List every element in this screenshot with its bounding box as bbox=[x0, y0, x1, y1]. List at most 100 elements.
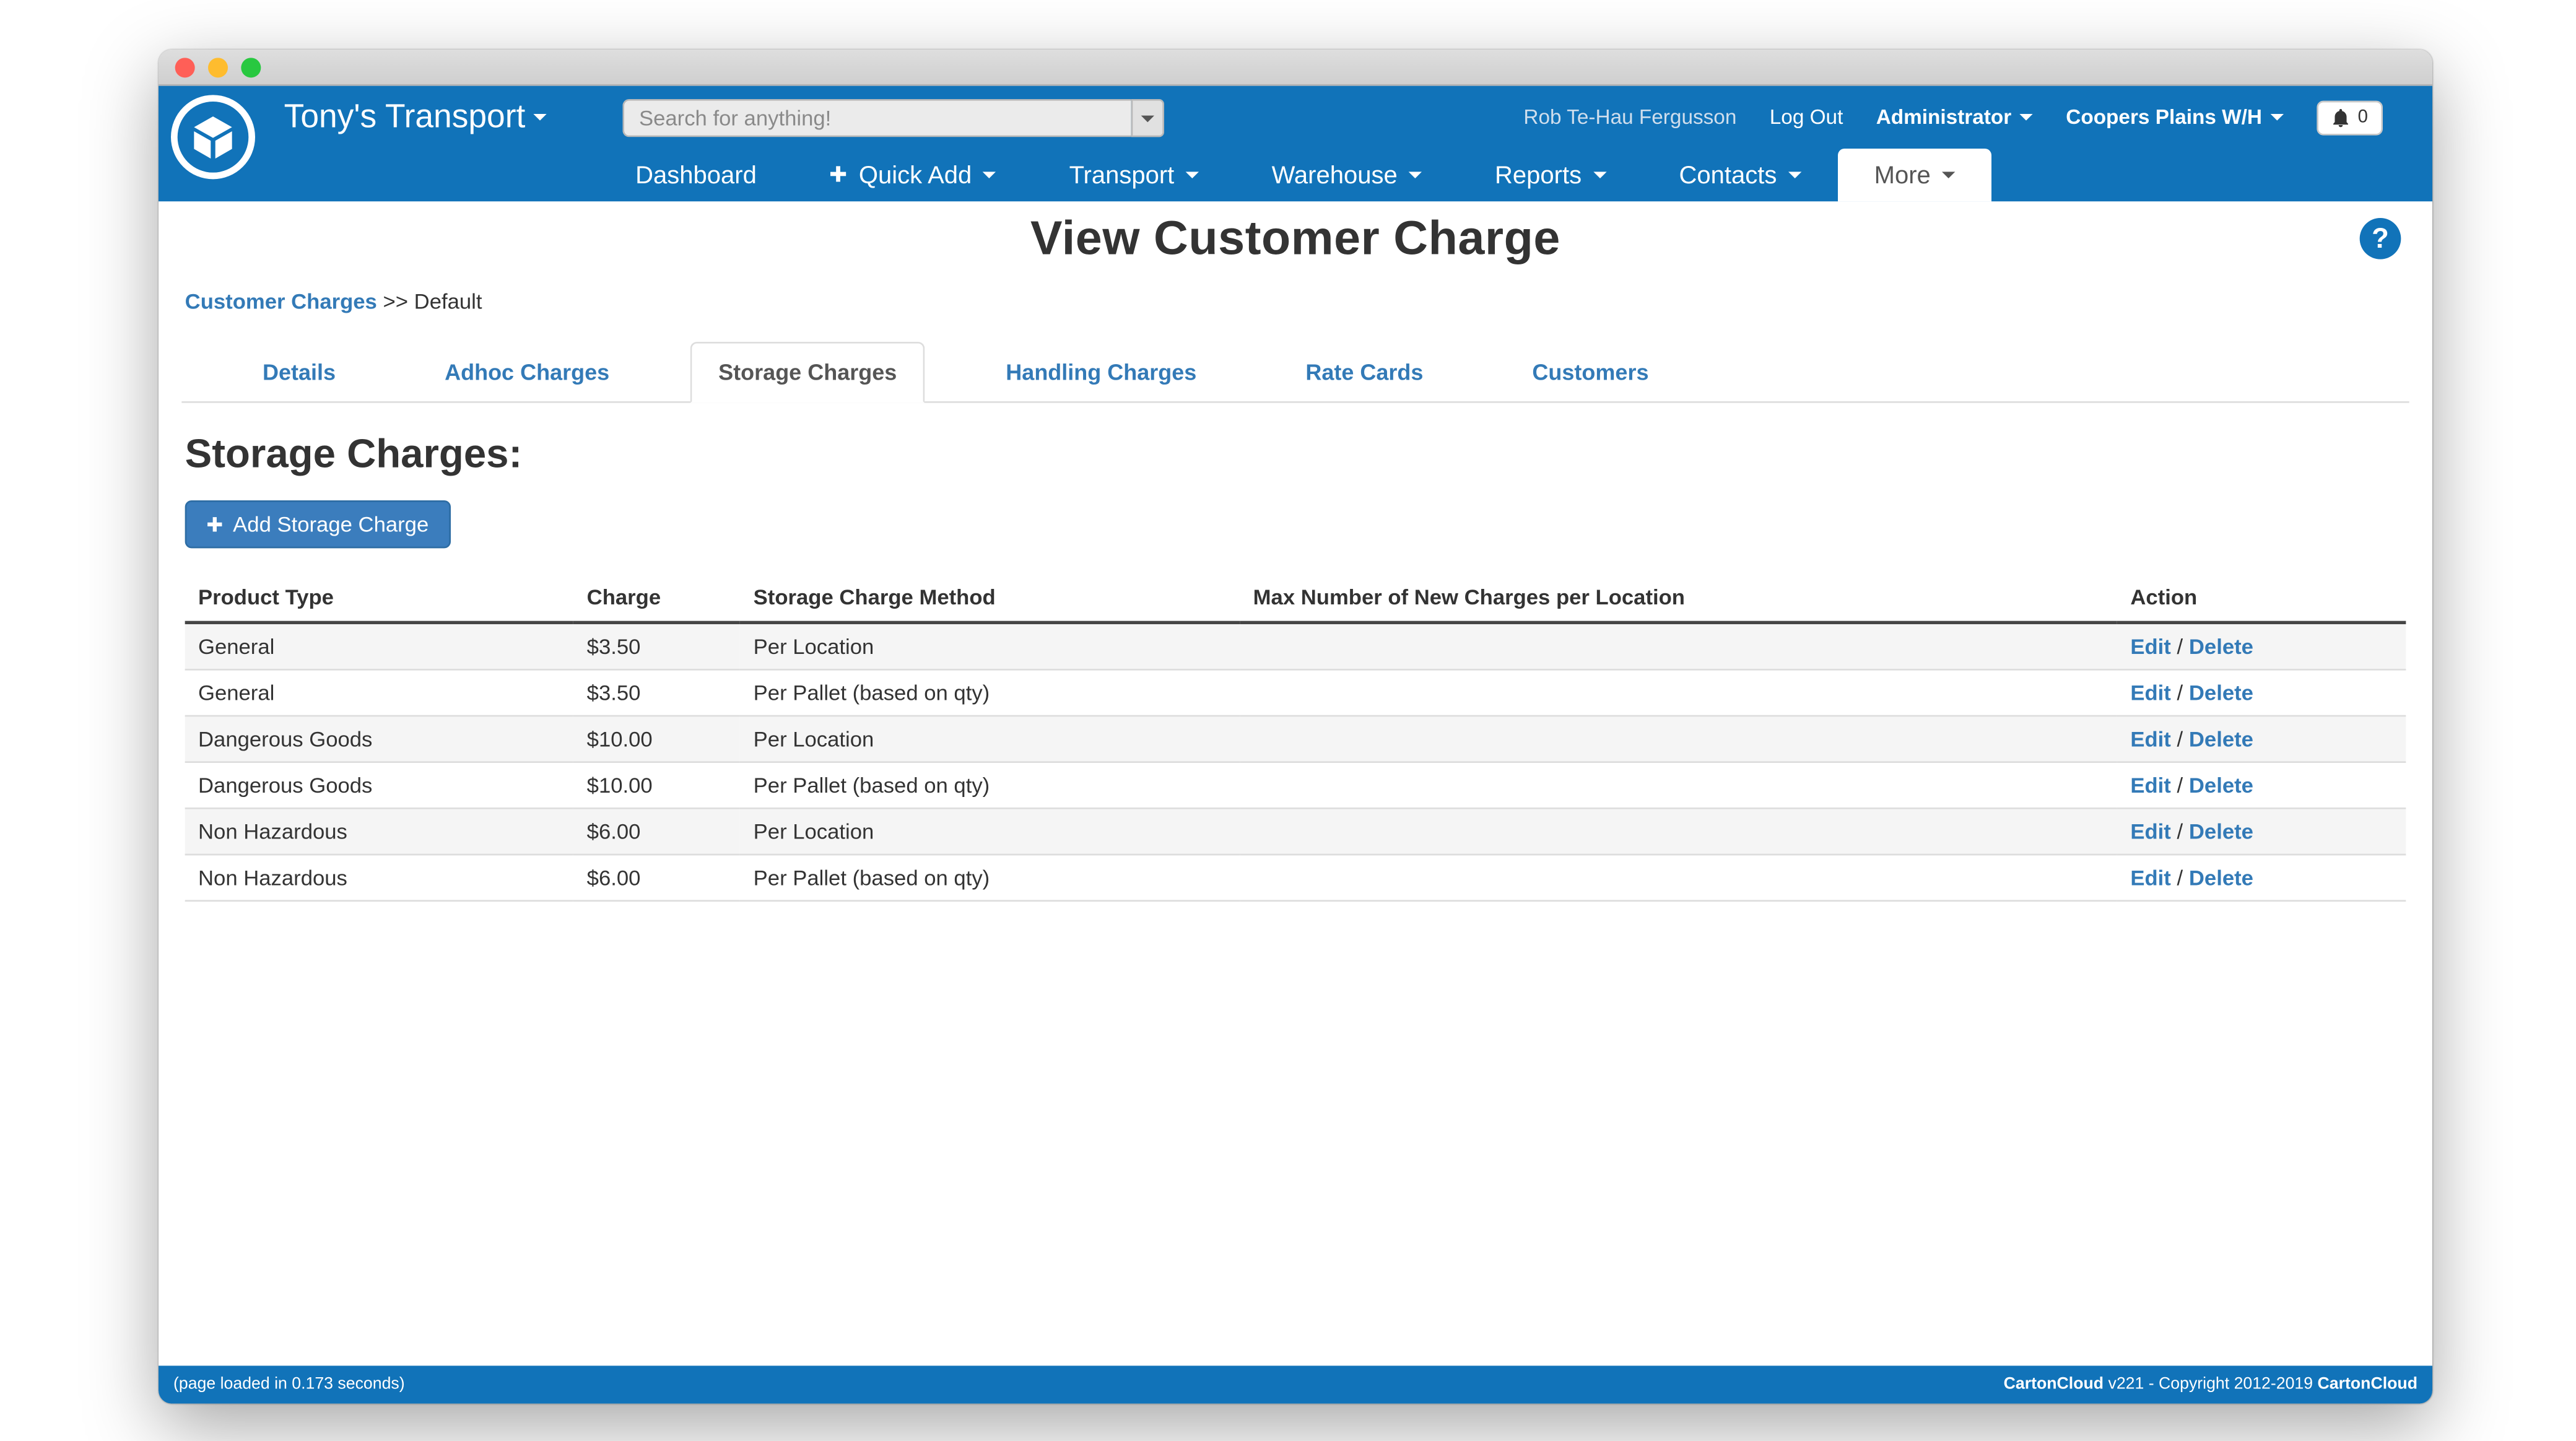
notification-count: 0 bbox=[2358, 107, 2368, 127]
plus-icon: ✚ bbox=[206, 513, 223, 536]
page-title-row: View Customer Charge ? bbox=[181, 201, 2409, 268]
role-label: Administrator bbox=[1876, 106, 2012, 129]
column-header-max-number-of-new-charges-per-location: Max Number of New Charges per Location bbox=[1240, 575, 2117, 622]
tab-storage-charges[interactable]: Storage Charges bbox=[690, 342, 925, 403]
action-separator: / bbox=[2177, 634, 2183, 659]
table-row: Dangerous Goods$10.00Per Pallet (based o… bbox=[185, 762, 2406, 809]
navbar-top-row: Tony's Transport Rob Te-Hau Fergusson Lo… bbox=[159, 86, 2432, 149]
breadcrumb-separator: >> bbox=[383, 289, 409, 314]
breadcrumb: Customer Charges >> Default bbox=[185, 289, 2409, 314]
nav-item-label: Dashboard bbox=[635, 161, 757, 189]
nav-item-quick-add[interactable]: ✚Quick Add bbox=[793, 149, 1033, 201]
close-window-button[interactable] bbox=[175, 57, 195, 77]
edit-link[interactable]: Edit bbox=[2130, 681, 2171, 705]
cell-action: Edit / Delete bbox=[2117, 716, 2406, 762]
edit-link[interactable]: Edit bbox=[2130, 634, 2171, 659]
chevron-down-icon bbox=[534, 114, 547, 121]
delete-link[interactable]: Delete bbox=[2189, 865, 2253, 890]
cell-charge: $10.00 bbox=[573, 716, 740, 762]
edit-link[interactable]: Edit bbox=[2130, 726, 2171, 751]
cell-max-new-charges bbox=[1240, 762, 2117, 809]
action-separator: / bbox=[2177, 819, 2183, 844]
edit-link[interactable]: Edit bbox=[2130, 773, 2171, 798]
tab-rate-cards[interactable]: Rate Cards bbox=[1277, 342, 1451, 403]
column-header-product-type: Product Type bbox=[185, 575, 574, 622]
warehouse-menu[interactable]: Coopers Plains W/H bbox=[2066, 106, 2283, 129]
column-header-charge: Charge bbox=[573, 575, 740, 622]
page-content: View Customer Charge ? Customer Charges … bbox=[159, 201, 2432, 1365]
footer-brand-2: CartonCloud bbox=[2318, 1375, 2417, 1393]
edit-link[interactable]: Edit bbox=[2130, 865, 2171, 890]
zoom-window-button[interactable] bbox=[241, 57, 261, 77]
desktop-background: Tony's Transport Rob Te-Hau Fergusson Lo… bbox=[0, 0, 2576, 1441]
help-icon[interactable]: ? bbox=[2360, 218, 2401, 259]
chevron-down-icon bbox=[2020, 114, 2033, 121]
cell-product-type: Dangerous Goods bbox=[185, 716, 574, 762]
action-separator: / bbox=[2177, 681, 2183, 705]
delete-link[interactable]: Delete bbox=[2189, 819, 2253, 844]
user-name: Rob Te-Hau Fergusson bbox=[1523, 106, 1736, 129]
nav-item-label: Reports bbox=[1495, 161, 1582, 189]
footer-bar: (page loaded in 0.173 seconds) CartonClo… bbox=[159, 1365, 2432, 1403]
page-load-time: (page loaded in 0.173 seconds) bbox=[173, 1375, 405, 1393]
nav-item-label: Contacts bbox=[1679, 161, 1777, 189]
nav-item-more[interactable]: More bbox=[1838, 149, 1992, 201]
column-header-storage-charge-method: Storage Charge Method bbox=[740, 575, 1240, 622]
nav-item-contacts[interactable]: Contacts bbox=[1643, 149, 1838, 201]
tenant-menu[interactable]: Tony's Transport bbox=[284, 98, 547, 136]
footer-meta: v221 - Copyright 2012-2019 bbox=[2108, 1375, 2313, 1393]
nav-item-dashboard[interactable]: Dashboard bbox=[599, 149, 793, 201]
nav-item-warehouse[interactable]: Warehouse bbox=[1235, 149, 1458, 201]
chevron-down-icon bbox=[1788, 172, 1801, 178]
cell-method: Per Location bbox=[740, 622, 1240, 669]
top-navbar: Tony's Transport Rob Te-Hau Fergusson Lo… bbox=[159, 86, 2432, 202]
tab-customers[interactable]: Customers bbox=[1504, 342, 1677, 403]
charge-tabs: Details Adhoc Charges Storage Charges Handl… bbox=[181, 342, 2409, 403]
nav-item-label: Warehouse bbox=[1272, 161, 1398, 189]
chevron-down-icon bbox=[1409, 172, 1422, 178]
cell-method: Per Location bbox=[740, 716, 1240, 762]
cell-product-type: Non Hazardous bbox=[185, 855, 574, 901]
nav-item-reports[interactable]: Reports bbox=[1458, 149, 1642, 201]
edit-link[interactable]: Edit bbox=[2130, 819, 2171, 844]
tab-handling-charges[interactable]: Handling Charges bbox=[978, 342, 1225, 403]
nav-item-label: More bbox=[1874, 161, 1931, 189]
table-row: General$3.50Per LocationEdit / Delete bbox=[185, 622, 2406, 669]
tab-details[interactable]: Details bbox=[235, 342, 364, 403]
delete-link[interactable]: Delete bbox=[2189, 634, 2253, 659]
nav-item-label: Quick Add bbox=[859, 161, 972, 189]
table-row: Non Hazardous$6.00Per Pallet (based on q… bbox=[185, 855, 2406, 901]
minimize-window-button[interactable] bbox=[208, 57, 228, 77]
cell-max-new-charges bbox=[1240, 855, 2117, 901]
footer-brand: CartonCloud bbox=[2004, 1375, 2104, 1393]
cell-method: Per Pallet (based on qty) bbox=[740, 762, 1240, 809]
chevron-down-icon bbox=[1186, 172, 1199, 178]
tab-adhoc-charges[interactable]: Adhoc Charges bbox=[417, 342, 638, 403]
nav-item-transport[interactable]: Transport bbox=[1033, 149, 1235, 201]
cell-method: Per Pallet (based on qty) bbox=[740, 855, 1240, 901]
notifications-button[interactable]: 0 bbox=[2317, 100, 2383, 134]
delete-link[interactable]: Delete bbox=[2189, 773, 2253, 798]
cell-max-new-charges bbox=[1240, 808, 2117, 855]
role-menu[interactable]: Administrator bbox=[1876, 106, 2033, 129]
breadcrumb-link-customer-charges[interactable]: Customer Charges bbox=[185, 289, 377, 314]
storage-charges-table: Product TypeChargeStorage Charge MethodM… bbox=[185, 575, 2406, 902]
cell-charge: $3.50 bbox=[573, 622, 740, 669]
logout-link[interactable]: Log Out bbox=[1770, 106, 1843, 129]
search-input[interactable] bbox=[622, 99, 1131, 137]
table-header-row: Product TypeChargeStorage Charge MethodM… bbox=[185, 575, 2406, 622]
delete-link[interactable]: Delete bbox=[2189, 726, 2253, 751]
cell-product-type: Dangerous Goods bbox=[185, 762, 574, 809]
page-title: View Customer Charge bbox=[181, 213, 2409, 268]
action-separator: / bbox=[2177, 865, 2183, 890]
cell-max-new-charges bbox=[1240, 716, 2117, 762]
cell-action: Edit / Delete bbox=[2117, 669, 2406, 716]
cartoncloud-logo-icon[interactable] bbox=[170, 94, 256, 180]
footer-copyright: CartonCloud v221 - Copyright 2012-2019 C… bbox=[2004, 1375, 2417, 1393]
chevron-down-icon bbox=[983, 172, 996, 178]
delete-link[interactable]: Delete bbox=[2189, 681, 2253, 705]
search-options-button[interactable] bbox=[1131, 99, 1164, 137]
add-storage-charge-button[interactable]: ✚ Add Storage Charge bbox=[185, 500, 450, 548]
cell-action: Edit / Delete bbox=[2117, 762, 2406, 809]
cell-product-type: Non Hazardous bbox=[185, 808, 574, 855]
